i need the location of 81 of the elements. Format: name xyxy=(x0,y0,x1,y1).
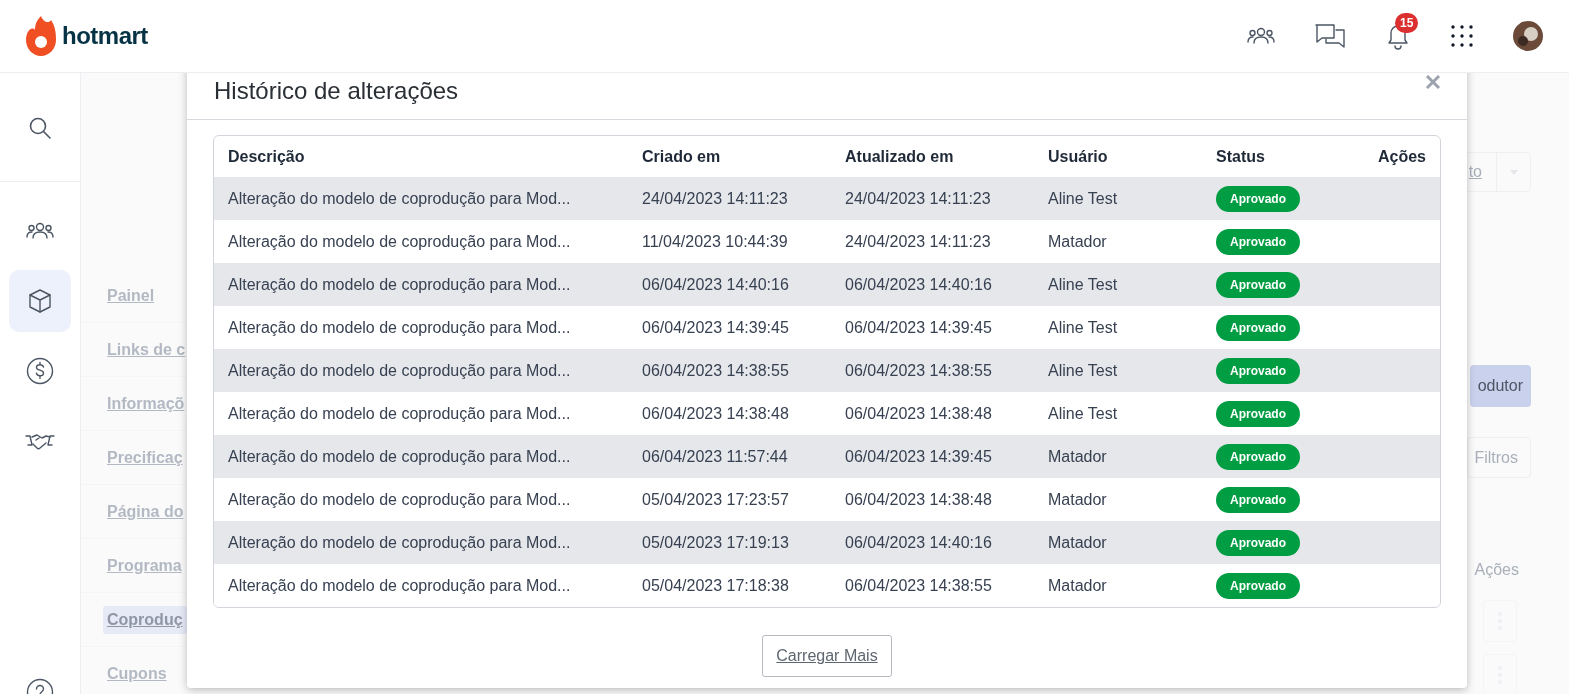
status-badge: Aprovado xyxy=(1216,228,1300,255)
status-badge: Aprovado xyxy=(1216,443,1300,470)
table-cell-text: 11/04/2023 10:44:39 xyxy=(642,231,789,252)
column-header: Ações xyxy=(1474,560,1519,580)
table-cell-text: Matador xyxy=(1048,489,1108,510)
table-cell-text: Alteração do modelo de coprodução para Mod... xyxy=(228,446,572,467)
table-cell-text: Matador xyxy=(1048,446,1108,467)
status-badge: Aprovado xyxy=(1216,271,1300,298)
table-cell-text: 06/04/2023 14:40:16 xyxy=(845,274,993,295)
table-cell-text: 06/04/2023 14:40:16 xyxy=(845,532,993,553)
table-cell-text: 06/04/2023 14:39:45 xyxy=(845,446,993,467)
table-cell-text: 06/04/2023 14:38:48 xyxy=(845,489,993,510)
table-cell-text: Aline Test xyxy=(1048,403,1119,424)
column-header: Descrição xyxy=(228,146,306,167)
table-cell-text: Alteração do modelo de coprodução para Mod... xyxy=(228,403,572,424)
community-icon[interactable] xyxy=(1247,26,1275,46)
dollar-icon[interactable] xyxy=(26,357,54,385)
logo-text: hotmart xyxy=(62,21,148,51)
cube-icon[interactable] xyxy=(27,288,53,314)
table-cell-text: 05/04/2023 17:23:57 xyxy=(642,489,790,510)
table-cell-text: Aline Test xyxy=(1048,188,1119,209)
column-header: Criado em xyxy=(642,146,722,167)
table-cell-text: 06/04/2023 14:38:55 xyxy=(845,575,993,596)
table-cell-text: 24/04/2023 14:11:23 xyxy=(845,231,992,252)
avatar[interactable] xyxy=(1513,21,1543,51)
table-cell-text: 24/04/2023 14:11:23 xyxy=(642,188,789,209)
table-cell-text: Matador xyxy=(1048,532,1108,553)
table-cell-text: Alteração do modelo de coprodução para Mod... xyxy=(228,532,572,553)
table-cell-text: 06/04/2023 14:38:55 xyxy=(845,360,993,381)
table-cell-text: Alteração do modelo de coprodução para Mod... xyxy=(228,231,572,252)
nav-link[interactable]: Informaçõ xyxy=(103,389,189,418)
table-cell-text: 05/04/2023 17:18:38 xyxy=(642,575,790,596)
nav-link[interactable]: Painel xyxy=(103,281,159,310)
table-cell-text: Aline Test xyxy=(1048,274,1119,295)
column-header: Atualizado em xyxy=(845,146,955,167)
table-cell-text: 06/04/2023 14:38:48 xyxy=(845,403,993,424)
flame-icon xyxy=(26,16,56,56)
nav-link[interactable]: Links de c xyxy=(103,335,190,364)
table-cell-text: Matador xyxy=(1048,231,1108,252)
sidebar-item[interactable] xyxy=(9,270,71,332)
people-icon[interactable] xyxy=(26,221,54,241)
modal-title: Histórico de alterações xyxy=(214,79,459,103)
nav-link[interactable]: Coproduç xyxy=(103,605,187,634)
table-cell-text: 06/04/2023 14:38:48 xyxy=(642,403,790,424)
apps-grid-icon[interactable] xyxy=(1451,25,1473,47)
table-cell-text: 05/04/2023 17:19:13 xyxy=(642,532,790,553)
table-cell-text: Aline Test xyxy=(1048,360,1119,381)
notification-badge: 15 xyxy=(1395,13,1419,33)
search-icon[interactable] xyxy=(28,116,52,140)
nav-link[interactable]: Página do xyxy=(103,497,188,526)
handshake-icon[interactable] xyxy=(25,431,55,451)
nav-link[interactable]: Cupons xyxy=(103,659,171,688)
status-badge: Aprovado xyxy=(1216,185,1300,212)
chat-icon[interactable] xyxy=(1315,23,1345,49)
table-cell-text: 06/04/2023 11:57:44 xyxy=(642,446,789,467)
table-cell-text: Alteração do modelo de coprodução para Mod... xyxy=(228,274,572,295)
table-cell-text: Alteração do modelo de coprodução para Mod... xyxy=(228,188,572,209)
primary-button[interactable]: odutor xyxy=(1469,365,1531,407)
table-cell-text: 24/04/2023 14:11:23 xyxy=(845,188,992,209)
table-cell-text: Matador xyxy=(1048,575,1108,596)
status-badge: Aprovado xyxy=(1216,357,1300,384)
table-cell-text: Alteração do modelo de coprodução para Mod... xyxy=(228,575,572,596)
status-badge: Aprovado xyxy=(1216,400,1300,427)
table-cell-text: 06/04/2023 14:39:45 xyxy=(845,317,993,338)
status-badge: Aprovado xyxy=(1216,572,1300,599)
table-cell-text: Aline Test xyxy=(1048,317,1119,338)
column-header: Usuário xyxy=(1048,146,1109,167)
status-badge: Aprovado xyxy=(1216,529,1300,556)
column-header: Status xyxy=(1216,146,1266,167)
nav-link[interactable]: Programa xyxy=(103,551,186,580)
table-cell-text: 06/04/2023 14:38:55 xyxy=(642,360,790,381)
load-more-button[interactable]: Carregar Mais xyxy=(762,635,892,677)
table-cell-text: 06/04/2023 14:40:16 xyxy=(642,274,790,295)
table-cell-text: Alteração do modelo de coprodução para Mod... xyxy=(228,360,572,381)
status-badge: Aprovado xyxy=(1216,486,1300,513)
column-header: Ações xyxy=(1376,146,1426,167)
table-cell-text: Alteração do modelo de coprodução para Mod... xyxy=(228,489,572,510)
table-cell-text: 06/04/2023 14:39:45 xyxy=(642,317,790,338)
status-badge: Aprovado xyxy=(1216,314,1300,341)
table-cell-text: Alteração do modelo de coprodução para Mod... xyxy=(228,317,572,338)
nav-link[interactable]: Precificaç xyxy=(103,443,187,472)
